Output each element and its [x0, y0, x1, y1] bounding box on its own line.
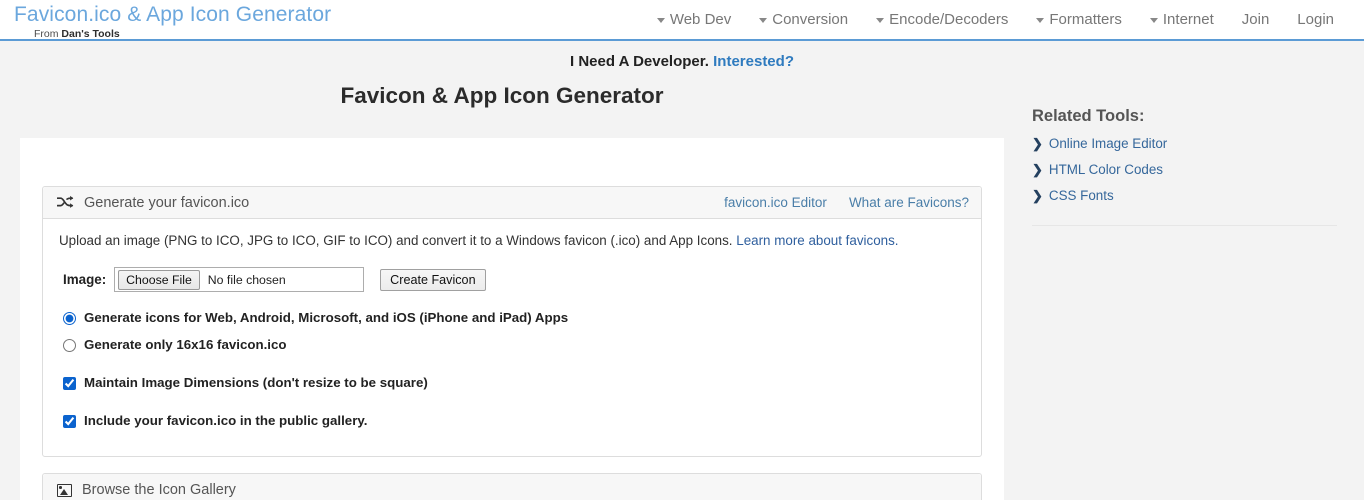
panel-header: Generate your favicon.ico favicon.ico Ed… [43, 187, 981, 219]
checkbox-option-public-gallery[interactable]: Include your favicon.ico in the public g… [59, 413, 965, 429]
checkbox-maintain-dimensions[interactable] [63, 376, 76, 390]
icon-gallery-panel[interactable]: Browse the Icon Gallery [42, 473, 982, 500]
radio-all-apps[interactable] [63, 311, 76, 325]
sidebar-item-css-fonts[interactable]: ❯ CSS Fonts [1032, 188, 1352, 203]
nav-item-encode-decoders[interactable]: Encode/Decoders [862, 0, 1022, 39]
nav-item-conversion[interactable]: Conversion [745, 0, 862, 39]
developer-banner: I Need A Developer. Interested? [0, 41, 1364, 71]
radio-option-16x16-only[interactable]: Generate only 16x16 favicon.ico [59, 337, 965, 353]
site-header: Favicon.ico & App Icon Generator From Da… [0, 0, 1364, 41]
related-tools-sidebar: Related Tools: ❯ Online Image Editor ❯ H… [1032, 107, 1352, 226]
create-favicon-button[interactable]: Create Favicon [380, 268, 486, 291]
brand-subtitle: From Dan's Tools [14, 29, 331, 40]
chevron-right-icon: ❯ [1032, 161, 1043, 177]
nav-item-formatters[interactable]: Formatters [1022, 0, 1136, 39]
panel-description: Upload an image (PNG to ICO, JPG to ICO,… [59, 231, 965, 251]
chevron-down-icon [656, 18, 665, 23]
choose-file-button[interactable]: Choose File [118, 269, 200, 290]
nav-label: Formatters [1049, 11, 1122, 28]
main-navigation: Web Dev Conversion Encode/Decoders Forma… [643, 0, 1364, 39]
nav-label: Join [1241, 11, 1270, 28]
checkbox-label: Maintain Image Dimensions (don't resize … [84, 375, 428, 390]
panel-title: Browse the Icon Gallery [82, 482, 236, 498]
chevron-down-icon [759, 18, 768, 23]
page-title: Favicon & App Icon Generator [340, 83, 664, 108]
brand-title[interactable]: Favicon.ico & App Icon Generator [14, 2, 331, 28]
nav-item-web-dev[interactable]: Web Dev [643, 0, 745, 39]
nav-item-join[interactable]: Join [1228, 0, 1284, 39]
brand-sub-strong: Dan's Tools [61, 28, 120, 40]
chevron-down-icon [876, 18, 885, 23]
chevron-right-icon: ❯ [1032, 187, 1043, 203]
sidebar-item-html-color-codes[interactable]: ❯ HTML Color Codes [1032, 162, 1352, 177]
file-input[interactable]: Choose File No file chosen [114, 267, 365, 292]
banner-text: I Need A Developer. [570, 53, 709, 70]
panel-header-links: favicon.ico Editor What are Favicons? [724, 195, 969, 210]
file-name-display: No file chosen [207, 272, 286, 287]
panel-header: Browse the Icon Gallery [43, 474, 981, 500]
nav-label: Web Dev [669, 11, 732, 28]
page-layout: Favicon & App Icon Generator Generate yo… [0, 83, 1364, 500]
nav-label: Internet [1162, 11, 1214, 28]
nav-label: Encode/Decoders [889, 11, 1009, 28]
panel-title: Generate your favicon.ico [84, 194, 250, 211]
generate-favicon-panel: Generate your favicon.ico favicon.ico Ed… [42, 186, 982, 457]
nav-item-login[interactable]: Login [1283, 0, 1348, 39]
checkbox-label: Include your favicon.ico in the public g… [84, 413, 368, 428]
what-are-favicons-link[interactable]: What are Favicons? [849, 195, 969, 210]
learn-more-favicons-link[interactable]: Learn more about favicons. [736, 233, 898, 248]
nav-label: Login [1297, 11, 1334, 28]
brand[interactable]: Favicon.ico & App Icon Generator From Da… [0, 0, 331, 40]
image-gallery-icon [57, 483, 72, 497]
nav-item-internet[interactable]: Internet [1136, 0, 1228, 39]
image-label: Image: [63, 272, 107, 287]
sidebar-item-online-image-editor[interactable]: ❯ Online Image Editor [1032, 136, 1352, 151]
shuffle-icon [57, 195, 74, 210]
chevron-right-icon: ❯ [1032, 135, 1043, 151]
panel-body: Upload an image (PNG to ICO, JPG to ICO,… [43, 219, 981, 456]
nav-label: Conversion [772, 11, 849, 28]
sidebar-item-label: Online Image Editor [1048, 136, 1168, 151]
sidebar-divider [1032, 225, 1337, 226]
sidebar-title: Related Tools: [1032, 107, 1145, 125]
description-text: Upload an image (PNG to ICO, JPG to ICO,… [59, 233, 737, 248]
chevron-down-icon [1149, 18, 1158, 23]
favicon-editor-link[interactable]: favicon.ico Editor [724, 195, 827, 210]
radio-label: Generate only 16x16 favicon.ico [84, 337, 287, 352]
checkbox-option-maintain-dimensions[interactable]: Maintain Image Dimensions (don't resize … [59, 375, 965, 391]
image-upload-row: Image: Choose File No file chosen Create… [59, 267, 965, 292]
radio-16x16-only[interactable] [63, 338, 76, 352]
sidebar-item-label: CSS Fonts [1048, 188, 1114, 203]
checkbox-public-gallery[interactable] [63, 414, 76, 428]
brand-sub-prefix: From [34, 28, 62, 40]
content-card: Generate your favicon.ico favicon.ico Ed… [20, 138, 1004, 500]
sidebar-item-label: HTML Color Codes [1048, 162, 1164, 177]
radio-label: Generate icons for Web, Android, Microso… [84, 310, 569, 325]
chevron-down-icon [1036, 18, 1045, 23]
radio-option-all-apps[interactable]: Generate icons for Web, Android, Microso… [59, 310, 965, 326]
banner-interested-link[interactable]: Interested? [713, 53, 794, 70]
